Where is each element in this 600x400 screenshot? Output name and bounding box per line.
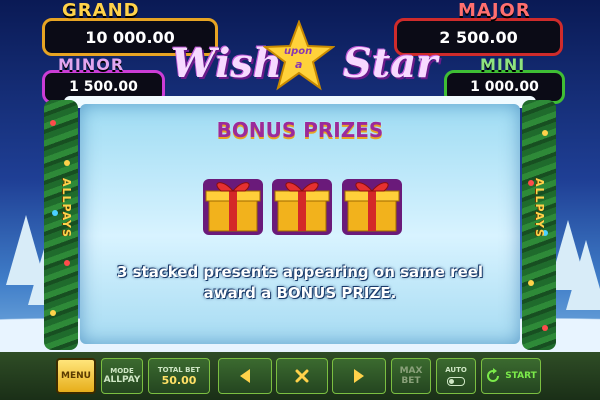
mode-value: ALLPAY [103, 375, 141, 385]
mini-value: 1 000.00 [470, 79, 539, 95]
next-button[interactable] [332, 358, 386, 394]
grand-value: 10 000.00 [85, 27, 175, 47]
major-title: MAJOR [458, 0, 531, 21]
prev-button[interactable] [218, 358, 272, 394]
max-bet-label2: BET [401, 376, 421, 386]
grand-title: GRAND [62, 0, 140, 21]
menu-button[interactable]: MENU [56, 358, 96, 394]
start-button[interactable]: START [481, 358, 541, 394]
bonus-message-line1: 3 stacked presents appearing on same ree… [116, 263, 484, 281]
max-bet-label1: MAX [399, 366, 423, 376]
logo-star-text-a: a [295, 58, 303, 71]
start-label: START [505, 371, 537, 381]
close-x-icon [295, 369, 309, 383]
total-bet-value: 50.00 [161, 373, 197, 387]
allpays-right-text: ALLPAYS [533, 178, 546, 238]
auto-label: AUTO [445, 366, 467, 374]
total-bet-display[interactable]: TOTAL BET 50.00 [148, 358, 210, 394]
gift-icon [203, 179, 263, 235]
prev-arrow-icon [240, 369, 250, 383]
snowy-tree-right-2 [566, 240, 600, 310]
close-button[interactable] [276, 358, 328, 394]
auto-toggle-icon [447, 377, 465, 386]
mode-button[interactable]: MODE ALLPAY [101, 358, 143, 394]
menu-label: MENU [61, 371, 91, 381]
allpays-left-text: ALLPAYS [60, 178, 73, 238]
minor-value: 1 500.00 [69, 79, 138, 95]
start-refresh-icon [487, 368, 500, 382]
bonus-prizes-title: BONUS PRIZES [216, 118, 384, 142]
minor-title: MINOR [58, 55, 125, 74]
bonus-message: 3 stacked presents appearing on same ree… [80, 262, 520, 304]
logo-word-star: Star [343, 40, 438, 87]
mode-label: MODE [110, 367, 134, 375]
next-arrow-icon [354, 369, 364, 383]
logo-star-text-upon: upon [284, 46, 313, 57]
mini-title: MINI [480, 55, 526, 74]
auto-button[interactable]: AUTO [436, 358, 476, 394]
gift-icon [342, 179, 402, 235]
gift-icon [272, 179, 332, 235]
max-bet-button[interactable]: MAX BET [391, 358, 431, 394]
game-logo: Wish upon a Star [165, 18, 438, 98]
major-value: 2 500.00 [439, 27, 518, 47]
total-bet-label: TOTAL BET [157, 365, 201, 374]
bonus-message-line2: award a BONUS PRIZE. [203, 284, 397, 302]
